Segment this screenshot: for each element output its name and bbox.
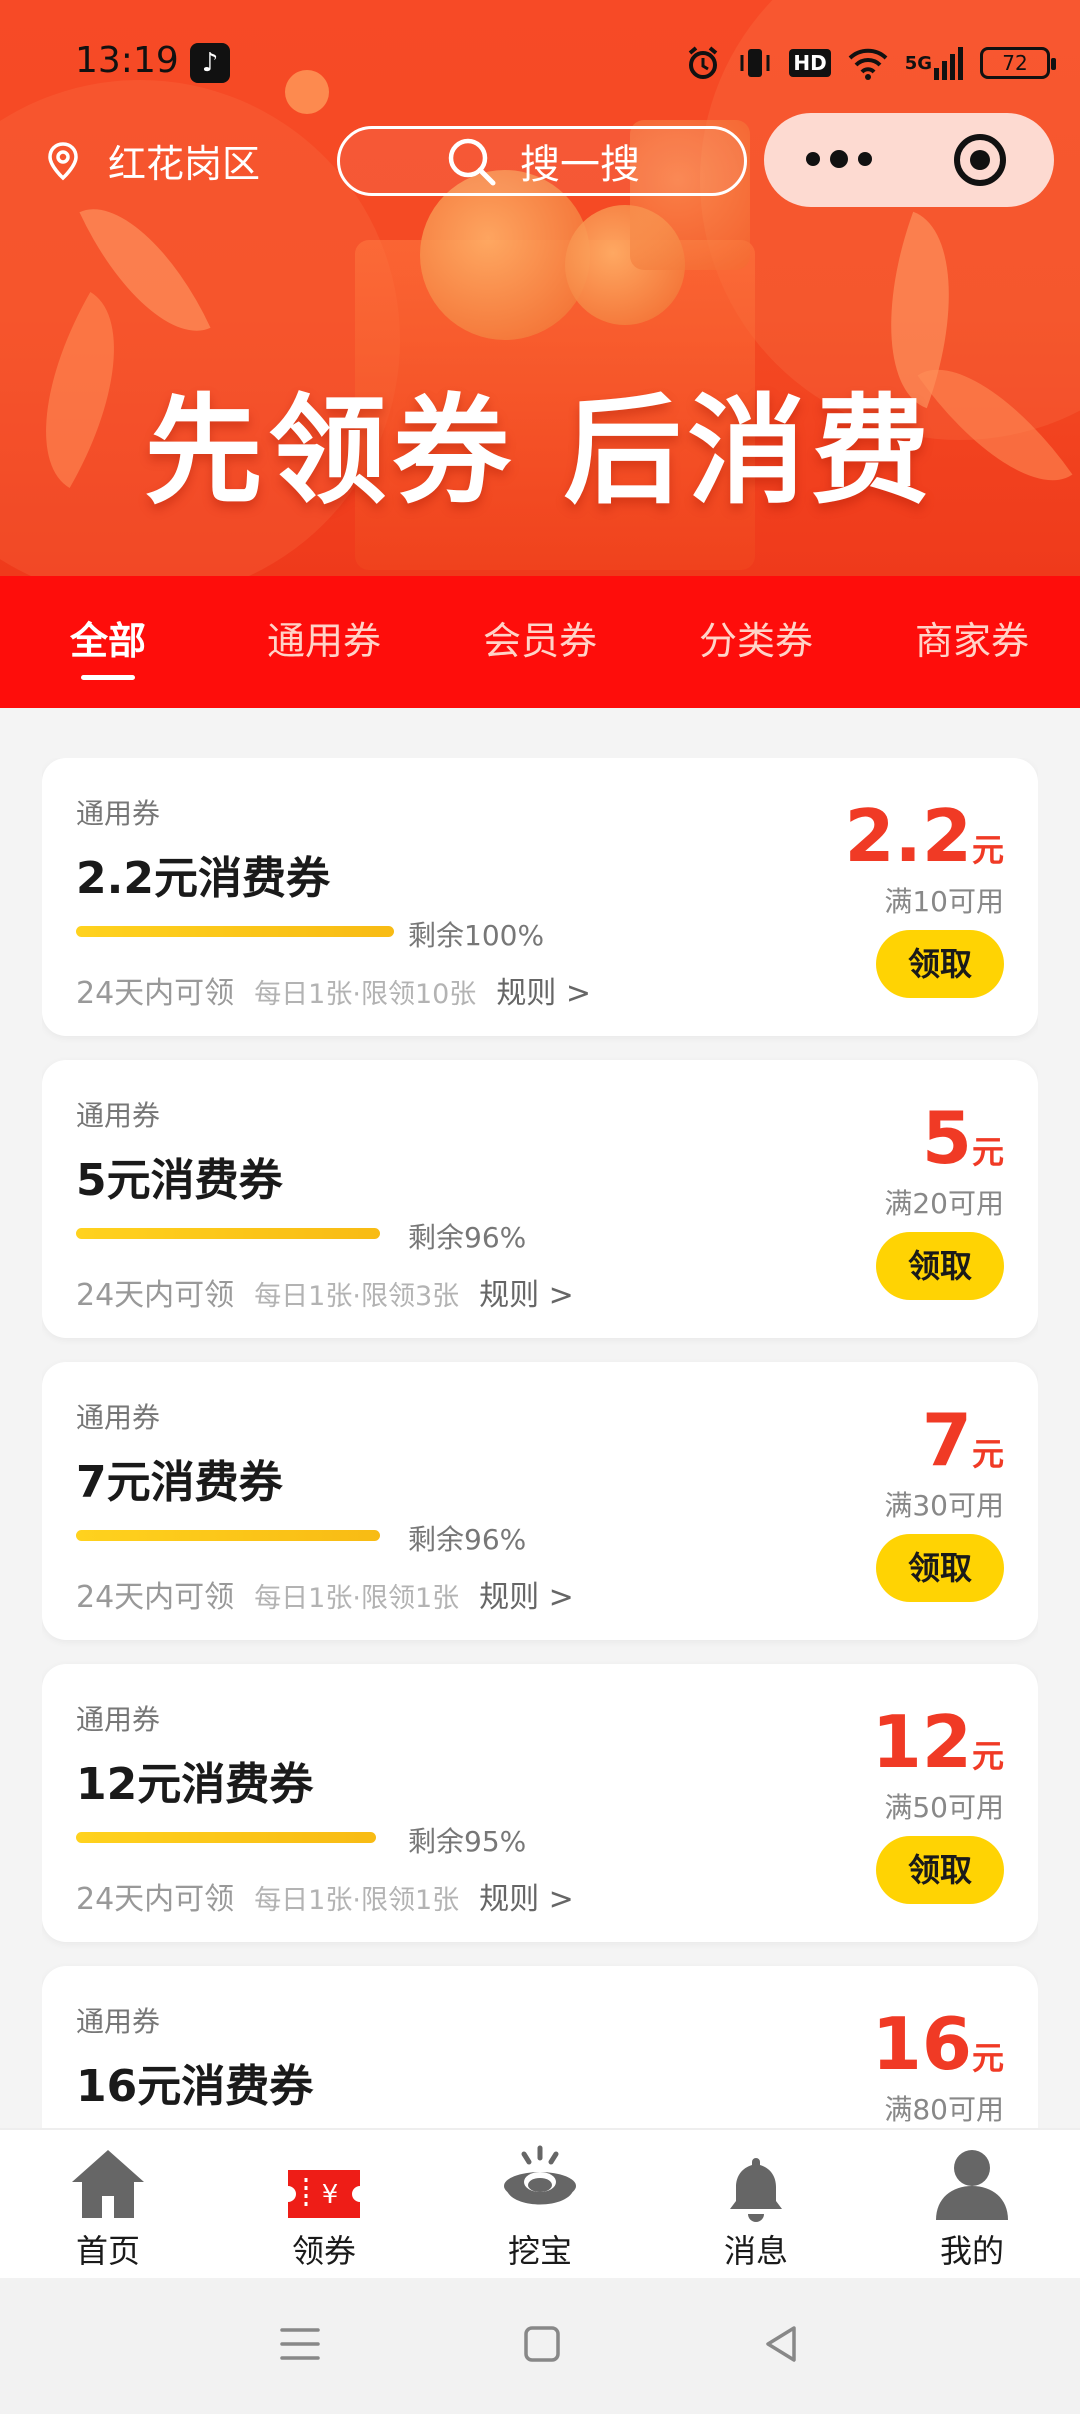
status-bar: 13:19 ♪ HD 5G 72 bbox=[0, 0, 1080, 130]
rules-link[interactable]: 规则 > bbox=[479, 1270, 574, 1314]
more-options-icon[interactable] bbox=[764, 150, 914, 168]
nav-label: 首页 bbox=[75, 2232, 140, 2270]
claim-button[interactable]: 领取 bbox=[876, 1232, 1004, 1300]
tab-all[interactable]: 全部 bbox=[0, 576, 216, 708]
nav-label: 消息 bbox=[723, 2232, 788, 2270]
claim-period: 24天内可领 bbox=[76, 1580, 235, 1615]
coupon-condition: 满80可用 bbox=[884, 2093, 1004, 2126]
coupon-amount: 16元 bbox=[871, 2002, 1004, 2086]
claim-button[interactable]: 领取 bbox=[876, 930, 1004, 998]
claim-limit: 每日1张·限领3张 bbox=[254, 1281, 460, 1312]
location-selector[interactable]: 红花岗区 bbox=[46, 133, 260, 188]
nav-label: 我的 bbox=[939, 2232, 1004, 2270]
search-bar[interactable]: 搜一搜 bbox=[337, 126, 747, 196]
remaining-text: 剩余96% bbox=[408, 1221, 527, 1254]
nav-profile[interactable]: 我的 bbox=[864, 2130, 1080, 2278]
search-placeholder: 搜一搜 bbox=[520, 142, 640, 188]
claim-button[interactable]: 领取 bbox=[876, 1836, 1004, 1904]
coupon-title: 2.2元消费券 bbox=[76, 853, 330, 904]
nav-treasure[interactable]: 挖宝 bbox=[432, 2130, 648, 2278]
claim-period: 24天内可领 bbox=[76, 1278, 235, 1313]
remaining-text: 剩余96% bbox=[408, 1523, 527, 1556]
vibrate-icon bbox=[737, 45, 773, 81]
coupon-amount: 2.2元 bbox=[844, 794, 1004, 878]
hd-icon: HD bbox=[789, 45, 831, 81]
remaining-text: 剩余100% bbox=[408, 919, 545, 952]
coupon-category: 通用券 bbox=[76, 797, 161, 830]
coupon-category: 通用券 bbox=[76, 1099, 161, 1132]
coupon-card: 通用券 12元消费券 剩余95% 24天内可领 每日1张·限领1张 规则 > 1… bbox=[42, 1664, 1038, 1942]
coupon-title: 12元消费券 bbox=[76, 1759, 314, 1810]
remaining-text: 剩余95% bbox=[408, 1825, 527, 1858]
home-square-icon[interactable] bbox=[522, 2324, 562, 2368]
location-label: 红花岗区 bbox=[108, 142, 261, 186]
coupon-amount: 5元 bbox=[921, 1096, 1004, 1180]
tiktok-icon: ♪ bbox=[190, 43, 230, 83]
close-target-icon[interactable] bbox=[954, 134, 1006, 186]
claim-limit: 每日1张·限领10张 bbox=[254, 979, 477, 1010]
hero-banner: 13:19 ♪ HD 5G 72 红花岗区 搜一搜 先领券 后消费 bbox=[0, 0, 1080, 576]
coupon-card: 通用券 16元消费券 16元 满80可用 bbox=[42, 1966, 1038, 2128]
profile-icon bbox=[932, 2144, 1012, 2222]
location-pin-icon bbox=[48, 141, 78, 180]
claim-limit: 每日1张·限领1张 bbox=[254, 1583, 460, 1614]
coupon-card: 通用券 5元消费券 剩余96% 24天内可领 每日1张·限领3张 规则 > 5元… bbox=[42, 1060, 1038, 1338]
remaining-progress-bar bbox=[76, 926, 394, 937]
wifi-icon bbox=[847, 45, 889, 81]
nav-home[interactable]: 首页 bbox=[0, 2130, 216, 2278]
coupon-ticket-icon: ¥ bbox=[284, 2144, 364, 2222]
rules-link[interactable]: 规则 > bbox=[496, 968, 591, 1012]
coupon-condition: 满20可用 bbox=[884, 1187, 1004, 1220]
nav-coupons[interactable]: ¥ 领券 bbox=[216, 2130, 432, 2278]
nav-label: 挖宝 bbox=[507, 2232, 572, 2270]
coupon-title: 16元消费券 bbox=[76, 2061, 314, 2112]
coupon-category: 通用券 bbox=[76, 2005, 161, 2038]
mini-program-capsule bbox=[764, 113, 1054, 207]
coupon-card: 通用券 2.2元消费券 剩余100% 24天内可领 每日1张·限领10张 规则 … bbox=[42, 758, 1038, 1036]
coupon-condition: 满30可用 bbox=[884, 1489, 1004, 1522]
remaining-progress-bar bbox=[76, 1530, 380, 1541]
battery-indicator: 72 bbox=[980, 47, 1056, 79]
coupon-title: 7元消费券 bbox=[76, 1457, 283, 1508]
alarm-icon bbox=[685, 45, 721, 81]
system-navigation-bar bbox=[0, 2278, 1080, 2414]
bell-icon bbox=[726, 2144, 786, 2222]
status-time: 13:19 bbox=[75, 40, 179, 81]
nav-messages[interactable]: 消息 bbox=[648, 2130, 864, 2278]
rules-link[interactable]: 规则 > bbox=[479, 1572, 574, 1616]
claim-button[interactable]: 领取 bbox=[876, 1534, 1004, 1602]
category-tabs: 全部 通用券 会员券 分类券 商家券 bbox=[0, 576, 1080, 708]
coupon-condition: 满50可用 bbox=[884, 1791, 1004, 1824]
menu-icon[interactable] bbox=[278, 2324, 322, 2368]
claim-period: 24天内可领 bbox=[76, 976, 235, 1011]
claim-limit: 每日1张·限领1张 bbox=[254, 1885, 460, 1916]
search-icon bbox=[448, 138, 496, 186]
coupon-category: 通用券 bbox=[76, 1401, 161, 1434]
remaining-progress-bar bbox=[76, 1832, 376, 1843]
tab-member[interactable]: 会员券 bbox=[432, 576, 648, 708]
remaining-progress-bar bbox=[76, 1228, 380, 1239]
coupon-category: 通用券 bbox=[76, 1703, 161, 1736]
tab-general[interactable]: 通用券 bbox=[216, 576, 432, 708]
claim-period: 24天内可领 bbox=[76, 1882, 235, 1917]
coupon-amount: 12元 bbox=[871, 1700, 1004, 1784]
coupon-condition: 满10可用 bbox=[884, 885, 1004, 918]
coupon-list[interactable]: 通用券 2.2元消费券 剩余100% 24天内可领 每日1张·限领10张 规则 … bbox=[42, 758, 1038, 2128]
tab-merchant[interactable]: 商家券 bbox=[864, 576, 1080, 708]
svg-text:¥: ¥ bbox=[322, 2180, 339, 2210]
bottom-navigation: 首页 ¥ 领券 挖宝 消息 我的 bbox=[0, 2128, 1080, 2278]
back-icon[interactable] bbox=[762, 2324, 802, 2368]
tab-category[interactable]: 分类券 bbox=[648, 576, 864, 708]
banner-slogan: 先领券 后消费 bbox=[144, 382, 936, 520]
nav-label: 领券 bbox=[291, 2232, 356, 2270]
coupon-card: 通用券 7元消费券 剩余96% 24天内可领 每日1张·限领1张 规则 > 7元… bbox=[42, 1362, 1038, 1640]
home-icon bbox=[68, 2144, 148, 2222]
coupon-amount: 7元 bbox=[921, 1398, 1004, 1482]
treasure-icon bbox=[500, 2144, 580, 2222]
coupon-title: 5元消费券 bbox=[76, 1155, 283, 1206]
rules-link[interactable]: 规则 > bbox=[479, 1874, 574, 1918]
cellular-5g-icon: 5G bbox=[905, 45, 964, 81]
